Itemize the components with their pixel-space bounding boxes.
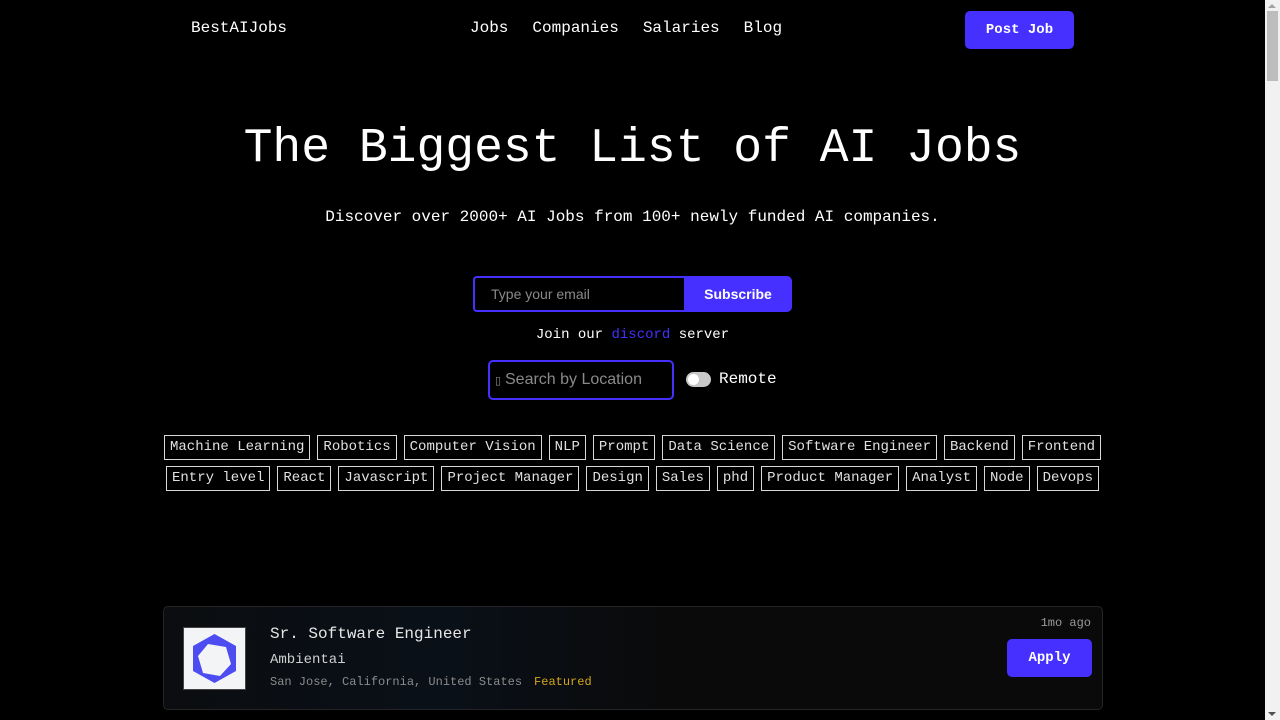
tag-frontend[interactable]: Frontend (1021, 435, 1101, 460)
discord-link[interactable]: discord (611, 327, 670, 343)
subscribe-form: Subscribe (473, 276, 792, 312)
scroll-up-arrow-icon[interactable] (1268, 4, 1276, 8)
tag-row-2: Entry level React Javascript Project Man… (0, 466, 1265, 491)
nav-companies[interactable]: Companies (532, 19, 618, 37)
page-subtitle: Discover over 2000+ AI Jobs from 100+ ne… (325, 208, 940, 226)
top-nav: BestAIJobs Jobs Companies Salaries Blog … (0, 0, 1265, 60)
tag-prompt[interactable]: Prompt (592, 435, 656, 460)
hexagon-logo-icon (193, 634, 236, 683)
discord-suffix: server (678, 327, 730, 343)
scroll-down-arrow-icon[interactable] (1268, 712, 1276, 716)
remote-toggle[interactable] (686, 372, 711, 387)
email-input[interactable] (473, 276, 684, 312)
page-title: The Biggest List of AI Jobs (243, 122, 1022, 176)
tag-analyst[interactable]: Analyst (906, 466, 977, 491)
tag-machine-learning[interactable]: Machine Learning (164, 435, 311, 460)
featured-badge: Featured (534, 675, 592, 689)
apply-button[interactable]: Apply (1007, 639, 1092, 677)
company-logo (183, 627, 246, 690)
discord-prefix: Join our (535, 327, 604, 343)
job-card[interactable]: Sr. Software Engineer Ambientai San Jose… (163, 606, 1103, 710)
location-search-input[interactable] (505, 371, 670, 389)
scroll-thumb[interactable] (1267, 11, 1278, 81)
tag-react[interactable]: React (277, 466, 332, 491)
tag-phd[interactable]: phd (716, 466, 755, 491)
tag-row-1: Machine Learning Robotics Computer Visio… (0, 435, 1265, 460)
tag-product-manager[interactable]: Product Manager (761, 466, 900, 491)
company-name: Ambientai (270, 652, 346, 668)
site-logo[interactable]: BestAIJobs (191, 19, 287, 37)
nav-links: Jobs Companies Salaries Blog (470, 19, 782, 37)
tag-design[interactable]: Design (586, 466, 649, 491)
job-meta: San Jose, California, United States Feat… (270, 675, 592, 689)
tag-computer-vision[interactable]: Computer Vision (403, 435, 542, 460)
tag-software-engineer[interactable]: Software Engineer (782, 435, 937, 460)
job-location: San Jose, California, United States (270, 675, 523, 689)
tag-entry-level[interactable]: Entry level (165, 466, 271, 491)
nav-blog[interactable]: Blog (744, 19, 782, 37)
tag-devops[interactable]: Devops (1036, 466, 1099, 491)
location-search: ▯ (488, 360, 674, 400)
posted-time: 1mo ago (1040, 616, 1091, 630)
subscribe-button[interactable]: Subscribe (684, 276, 792, 312)
tag-javascript[interactable]: Javascript (338, 466, 435, 491)
discord-invite: Join our discord server (0, 327, 1265, 343)
tag-robotics[interactable]: Robotics (317, 435, 397, 460)
tag-backend[interactable]: Backend (943, 435, 1015, 460)
tag-data-science[interactable]: Data Science (662, 435, 776, 460)
tag-nlp[interactable]: NLP (548, 435, 586, 460)
job-title[interactable]: Sr. Software Engineer (270, 625, 472, 643)
nav-jobs[interactable]: Jobs (470, 19, 508, 37)
tag-node[interactable]: Node (983, 466, 1030, 491)
page-scrollbar[interactable] (1265, 0, 1280, 720)
nav-salaries[interactable]: Salaries (643, 19, 720, 37)
toggle-knob (688, 374, 699, 385)
tag-sales[interactable]: Sales (655, 466, 710, 491)
remote-label: Remote (719, 370, 777, 388)
tag-project-manager[interactable]: Project Manager (441, 466, 580, 491)
map-marker-icon: ▯ (495, 373, 502, 387)
post-job-button[interactable]: Post Job (965, 11, 1074, 49)
